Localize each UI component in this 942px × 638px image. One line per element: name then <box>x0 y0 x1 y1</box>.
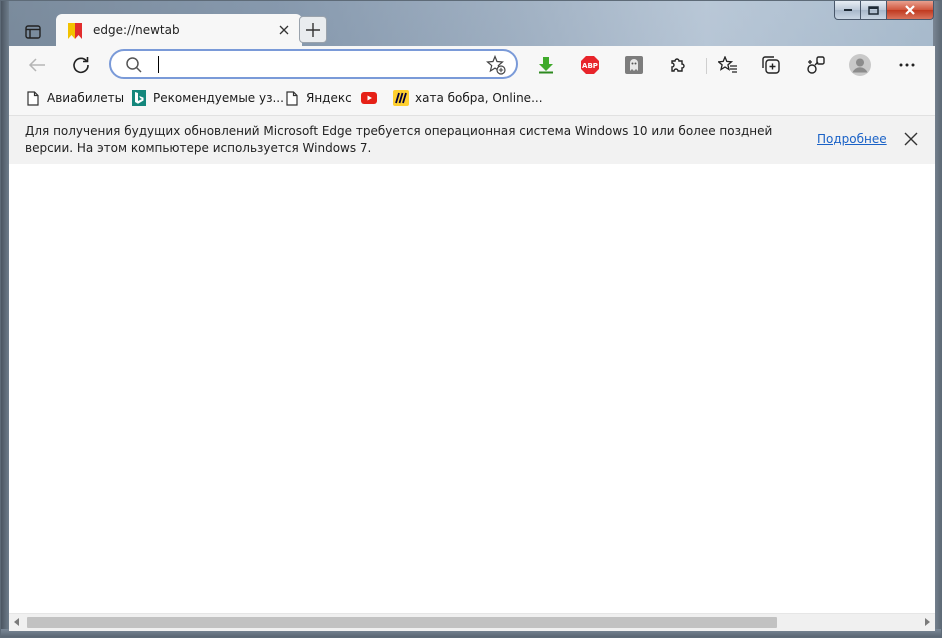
add-favorite-icon[interactable] <box>486 55 506 75</box>
browser-window: edge://newtab ABP Авиабилеты Рекомендуем… <box>0 0 942 638</box>
scroll-right-button[interactable] <box>922 617 932 627</box>
search-icon <box>126 57 142 73</box>
favorite-label: Авиабилеты <box>47 91 125 105</box>
chevron-left-icon <box>14 618 19 626</box>
bing-icon <box>131 90 147 106</box>
miro-icon <box>393 90 409 106</box>
close-tab-button[interactable] <box>274 20 294 40</box>
dismiss-info-bar-button[interactable] <box>901 129 921 149</box>
bookmark-favicon-icon <box>68 23 82 39</box>
page-icon <box>25 90 41 106</box>
favorite-item-recommended[interactable]: Рекомендуемые уз... <box>131 89 284 107</box>
favorites-button[interactable] <box>714 51 742 79</box>
ghost-extension-icon <box>625 56 643 74</box>
adblock-plus-icon: ABP <box>581 56 599 74</box>
favorite-item-khata-bobra[interactable]: хата бобра, Online... <box>393 89 543 107</box>
svg-text:ABP: ABP <box>582 62 598 70</box>
tab-actions-button[interactable] <box>19 19 47 45</box>
download-extension-button[interactable] <box>532 51 560 79</box>
browser-essentials-button[interactable] <box>802 51 830 79</box>
close-icon <box>904 132 918 146</box>
avatar-icon <box>849 54 871 76</box>
tab-strip: edge://newtab <box>9 14 935 46</box>
tab-title: edge://newtab <box>93 23 180 37</box>
collections-button[interactable] <box>757 51 785 79</box>
favorite-label: Яндекс <box>306 91 352 105</box>
settings-more-button[interactable] <box>893 51 921 79</box>
info-bar-message: Для получения будущих обновлений Microso… <box>25 124 773 155</box>
favorite-item-youtube[interactable] <box>361 89 383 107</box>
favorites-list-icon <box>718 56 737 73</box>
text-caret <box>158 56 159 73</box>
adblock-plus-button[interactable]: ABP <box>576 51 604 79</box>
back-button[interactable] <box>23 51 51 79</box>
more-dots-icon <box>899 63 915 67</box>
close-icon <box>279 25 289 35</box>
extensions-puzzle-icon <box>671 58 685 72</box>
horizontal-scrollbar[interactable] <box>9 613 935 631</box>
ghost-extension-button[interactable] <box>620 51 648 79</box>
update-info-bar: Для получения будущих обновлений Microso… <box>9 115 935 165</box>
minimize-icon <box>843 9 852 11</box>
favorite-label: хата бобра, Online... <box>415 91 543 105</box>
address-bar[interactable] <box>109 49 518 79</box>
collections-icon <box>762 56 780 74</box>
address-input[interactable] <box>155 55 475 73</box>
tab-actions-icon <box>25 25 41 39</box>
favorite-item-yandex[interactable]: Яндекс <box>284 89 352 107</box>
chevron-right-icon <box>925 618 930 626</box>
download-extension-icon <box>539 57 553 74</box>
toolbar: ABP <box>9 46 935 84</box>
browser-chrome: ABP Авиабилеты Рекомендуемые уз... Яндек… <box>9 46 935 631</box>
browser-essentials-icon <box>807 56 825 74</box>
favorites-bar: Авиабилеты Рекомендуемые уз... Яндекс ха… <box>9 84 935 112</box>
youtube-icon <box>361 90 377 106</box>
scroll-left-button[interactable] <box>12 617 22 627</box>
plus-icon <box>306 22 320 37</box>
extensions-button[interactable] <box>664 51 692 79</box>
favorite-label: Рекомендуемые уз... <box>153 91 284 105</box>
page-content[interactable] <box>9 164 935 613</box>
refresh-icon <box>73 57 89 74</box>
back-arrow-icon <box>28 58 45 72</box>
favorite-item-aviabilety[interactable]: Авиабилеты <box>25 89 124 107</box>
new-tab-button[interactable] <box>299 16 327 43</box>
scrollbar-thumb[interactable] <box>27 617 777 628</box>
window-frame-left <box>1 1 9 637</box>
toolbar-separator <box>706 58 707 74</box>
refresh-button[interactable] <box>67 51 95 79</box>
profile-button[interactable] <box>846 51 874 79</box>
tab-newtab[interactable]: edge://newtab <box>56 14 302 46</box>
learn-more-link[interactable]: Подробнее <box>817 132 887 146</box>
page-icon <box>284 90 300 106</box>
